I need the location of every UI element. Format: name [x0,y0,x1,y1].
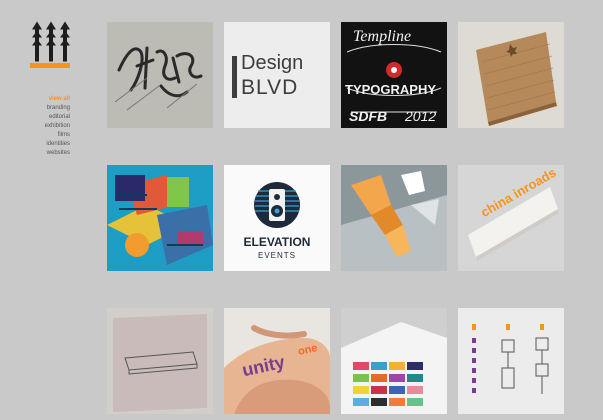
tile-elevation-events[interactable]: ELEVATION EVENTS [224,165,330,271]
elevation-title: ELEVATION [243,235,311,249]
elevation-subtitle: EVENTS [257,251,296,260]
typography-word: TYPOGRAPHY [345,82,437,97]
nav-item-exhibition[interactable]: exhibition [30,122,70,131]
nav-item-view-all[interactable]: view all [30,95,70,104]
tile-typography[interactable]: Templine TYPOGRAPHY SDFB 2012 [341,22,447,128]
nav-item-branding[interactable]: branding [30,104,70,113]
category-nav: view all branding editorial exhibition f… [30,95,70,158]
tile-china-inroads[interactable]: china inroads [458,165,564,271]
logo-underline [30,63,70,68]
typography-script-title: Templine [353,28,412,45]
design-blvd-line2: BLVD [241,76,299,99]
tile-lettering[interactable] [107,22,213,128]
nav-item-films[interactable]: films [30,131,70,140]
nav-item-editorial[interactable]: editorial [30,113,70,122]
typography-sdfb: SDFB [349,108,388,124]
nav-item-identities[interactable]: identities [30,140,70,149]
tile-wood-card[interactable] [458,22,564,128]
tile-editorial-book[interactable] [341,308,447,414]
design-blvd-line1: Design [241,52,304,74]
tile-dust-illustration[interactable] [107,165,213,271]
tile-book-object[interactable] [107,308,213,414]
tile-vertical-signage[interactable] [458,308,564,414]
nav-item-websites[interactable]: websites [30,149,70,158]
tile-origami[interactable] [341,165,447,271]
tile-unity-hand[interactable]: unity one [224,308,330,414]
tile-design-blvd[interactable]: Design BLVD [224,22,330,128]
typography-year: 2012 [405,108,437,124]
